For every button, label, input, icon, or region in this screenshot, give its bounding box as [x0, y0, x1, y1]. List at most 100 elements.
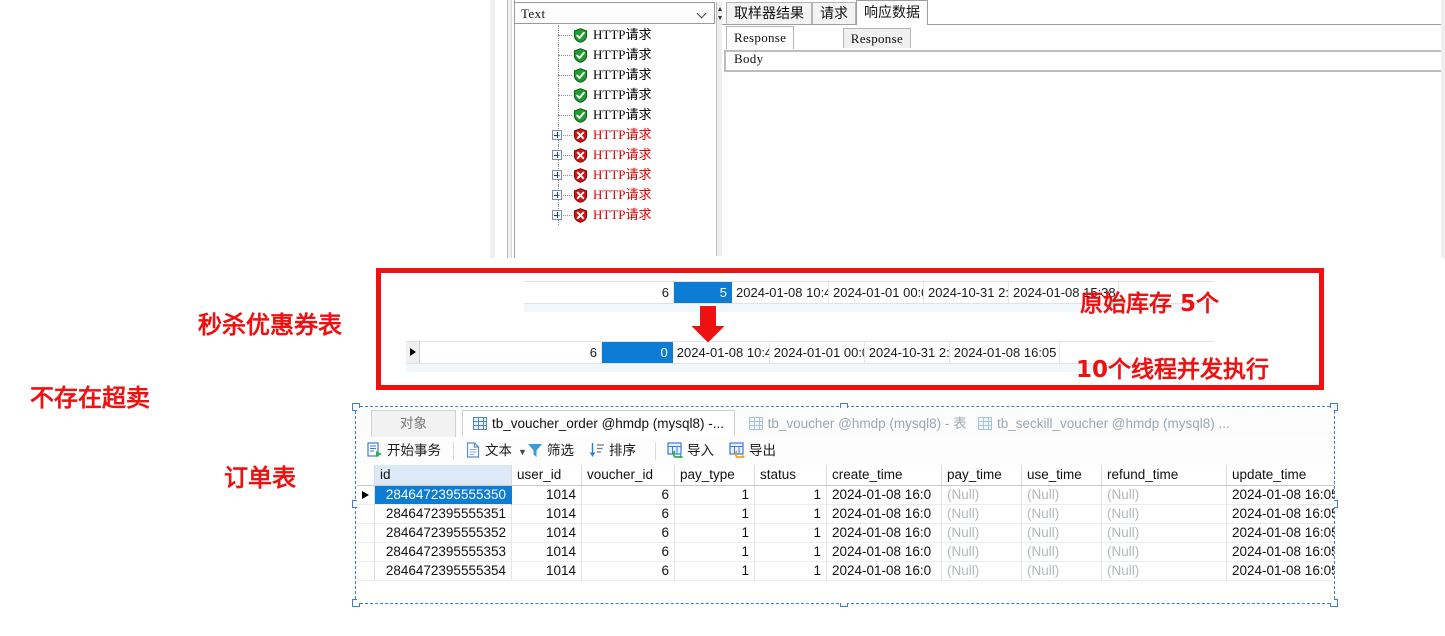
voucher-cell[interactable]: 2024-01-01 00:0	[770, 342, 865, 363]
navicat-tab-objects[interactable]: 对象	[371, 410, 456, 437]
jmeter-tab[interactable]: 取样器结果	[726, 2, 812, 24]
table-cell-pay_time[interactable]: (Null)	[942, 543, 1022, 562]
navicat-toolbar[interactable]: 开始事务 文本 ▼ 筛选 排序 导入 导出	[357, 437, 1334, 466]
jmeter-tree-node[interactable]: HTTP请求	[540, 145, 740, 165]
table-cell-use_time[interactable]: (Null)	[1022, 505, 1102, 524]
voucher-cell[interactable]: 0	[602, 342, 673, 363]
jmeter-splitter[interactable]	[507, 0, 512, 258]
response-vertical-scrollbar[interactable]	[1441, 0, 1445, 258]
toolbar-button-sort[interactable]: 排序	[589, 440, 636, 462]
voucher-cell[interactable]: 6	[419, 342, 602, 363]
toolbar-button-export[interactable]: 导出	[729, 440, 776, 462]
order-data-grid[interactable]: id user_id voucher_id pay_type status create_…	[357, 465, 1334, 603]
column-header[interactable]: id	[375, 465, 512, 486]
table-cell-refund_time[interactable]: (Null)	[1102, 524, 1227, 543]
table-cell-create_time[interactable]: 2024-01-08 16:0	[827, 505, 942, 524]
table-cell-voucher_id[interactable]: 6	[582, 486, 675, 505]
row-selector[interactable]	[357, 486, 375, 505]
table-cell-pay_time[interactable]: (Null)	[942, 562, 1022, 581]
table-cell-use_time[interactable]: (Null)	[1022, 524, 1102, 543]
table-cell-refund_time[interactable]: (Null)	[1102, 486, 1227, 505]
table-cell-refund_time[interactable]: (Null)	[1102, 562, 1227, 581]
table-cell-pay_time[interactable]: (Null)	[942, 505, 1022, 524]
voucher-cell[interactable]: 2024-10-31 2:	[865, 342, 950, 363]
row-selector[interactable]	[357, 524, 375, 543]
navicat-tab-bar[interactable]: 对象 tb_voucher_order @hmdp (mysql8) -... tb…	[357, 408, 1334, 438]
table-cell-status[interactable]: 1	[755, 505, 827, 524]
table-cell-use_time[interactable]: (Null)	[1022, 486, 1102, 505]
table-cell-pay_type[interactable]: 1	[675, 505, 755, 524]
voucher-cell[interactable]: 6	[524, 282, 674, 303]
table-cell-voucher_id[interactable]: 6	[582, 524, 675, 543]
voucher-cell[interactable]: 2024-10-31 2:	[924, 282, 1009, 303]
column-header[interactable]: voucher_id	[582, 465, 675, 486]
column-header[interactable]: pay_type	[675, 465, 755, 486]
table-cell-voucher_id[interactable]: 6	[582, 505, 675, 524]
jmeter-tab-bar[interactable]: 取样器结果 请求 响应数据	[722, 0, 1445, 25]
table-cell-status[interactable]: 1	[755, 486, 827, 505]
voucher-cell[interactable]: 2024-01-01 00:0	[829, 282, 924, 303]
table-cell-user_id[interactable]: 1014	[512, 524, 582, 543]
voucher-cell[interactable]: 2024-01-08 10:4	[732, 282, 829, 303]
table-cell-status[interactable]: 1	[755, 562, 827, 581]
voucher-cell[interactable]: 2024-01-08 16:05	[950, 342, 1060, 363]
table-cell-update_time[interactable]: 2024-01-08 16:05	[1227, 505, 1334, 524]
table-cell-status[interactable]: 1	[755, 524, 827, 543]
column-header[interactable]: user_id	[512, 465, 582, 486]
jmeter-tree-node[interactable]: HTTP请求	[540, 85, 740, 105]
table-cell-voucher_id[interactable]: 6	[582, 543, 675, 562]
jmeter-subtab[interactable]: Response headers	[842, 28, 912, 65]
jmeter-tab[interactable]: 响应数据	[856, 0, 928, 25]
voucher-cell[interactable]: 5	[674, 282, 732, 303]
table-cell-update_time[interactable]: 2024-01-08 16:05	[1227, 486, 1334, 505]
chevron-down-icon[interactable]: ▼	[518, 447, 527, 457]
table-cell-pay_type[interactable]: 1	[675, 486, 755, 505]
table-cell-user_id[interactable]: 1014	[512, 505, 582, 524]
jmeter-tree-node[interactable]: HTTP请求	[540, 205, 740, 225]
row-selector[interactable]	[357, 543, 375, 562]
table-cell-update_time[interactable]: 2024-01-08 16:05	[1227, 543, 1334, 562]
table-cell-id[interactable]: 2846472395555351	[375, 505, 512, 524]
jmeter-render-select[interactable]: Text	[514, 2, 715, 24]
navicat-tab-document[interactable]: tb_seckill_voucher @hmdp (mysql8) ...	[967, 410, 1241, 437]
toolbar-button-text[interactable]: 文本 ▼	[465, 440, 527, 462]
table-cell-update_time[interactable]: 2024-01-08 16:05	[1227, 524, 1334, 543]
table-cell-create_time[interactable]: 2024-01-08 16:0	[827, 524, 942, 543]
navicat-tab-document[interactable]: tb_voucher_order @hmdp (mysql8) -...	[462, 410, 736, 437]
jmeter-tree-node[interactable]: HTTP请求	[540, 25, 740, 45]
column-header[interactable]: create_time	[827, 465, 942, 486]
table-cell-use_time[interactable]: (Null)	[1022, 562, 1102, 581]
response-search-input[interactable]	[724, 50, 1443, 72]
table-cell-user_id[interactable]: 1014	[512, 562, 582, 581]
jmeter-tree-node[interactable]: HTTP请求	[540, 105, 740, 125]
toolbar-button-import[interactable]: 导入	[667, 440, 714, 462]
table-cell-create_time[interactable]: 2024-01-08 16:0	[827, 543, 942, 562]
toolbar-button-filter[interactable]: 筛选	[527, 440, 574, 462]
row-selector[interactable]	[357, 505, 375, 524]
table-cell-pay_time[interactable]: (Null)	[942, 486, 1022, 505]
table-cell-user_id[interactable]: 1014	[512, 543, 582, 562]
jmeter-tree-node[interactable]: HTTP请求	[540, 185, 740, 205]
jmeter-tree-node[interactable]: HTTP请求	[540, 125, 740, 145]
table-cell-voucher_id[interactable]: 6	[582, 562, 675, 581]
voucher-cell[interactable]: 2024-01-08 10:4	[673, 342, 770, 363]
column-header[interactable]: pay_time	[942, 465, 1022, 486]
table-cell-id[interactable]: 2846472395555352	[375, 524, 512, 543]
table-cell-pay_type[interactable]: 1	[675, 524, 755, 543]
row-selector[interactable]	[357, 562, 375, 581]
table-cell-status[interactable]: 1	[755, 543, 827, 562]
table-cell-user_id[interactable]: 1014	[512, 486, 582, 505]
table-cell-id[interactable]: 2846472395555353	[375, 543, 512, 562]
navicat-tab-document[interactable]: tb_voucher @hmdp (mysql8) - 表	[738, 410, 978, 437]
column-header[interactable]: update_time	[1227, 465, 1334, 486]
column-header[interactable]: status	[755, 465, 827, 486]
jmeter-subtab[interactable]: Response Body	[726, 26, 795, 66]
table-cell-update_time[interactable]: 2024-01-08 16:05	[1227, 562, 1334, 581]
table-cell-id[interactable]: 2846472395555350	[375, 486, 512, 505]
jmeter-result-tree[interactable]: HTTP请求 HTTP请求 HTTP请求 HTTP请求 HTTP请求 HTTP请求 HTTP…	[540, 25, 740, 257]
toolbar-button-transaction[interactable]: 开始事务	[367, 440, 441, 462]
column-header[interactable]: use_time	[1022, 465, 1102, 486]
jmeter-tree-node[interactable]: HTTP请求	[540, 65, 740, 85]
table-cell-create_time[interactable]: 2024-01-08 16:0	[827, 562, 942, 581]
column-header[interactable]: refund_time	[1102, 465, 1227, 486]
